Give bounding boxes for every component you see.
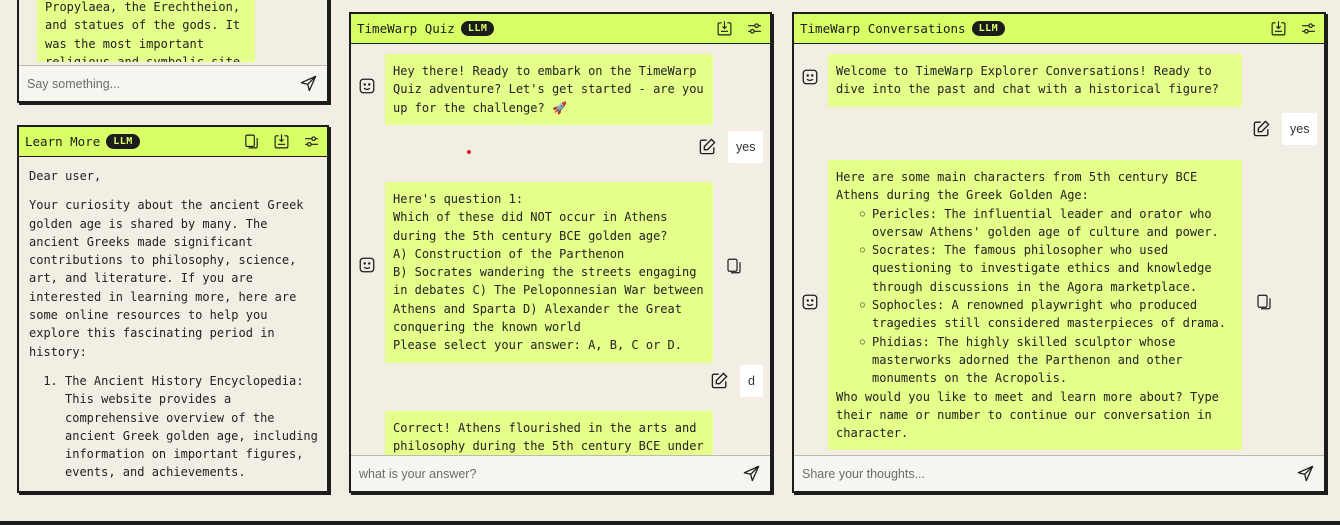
edit-icon[interactable] <box>698 137 718 157</box>
chat-message-user: d <box>710 365 763 397</box>
bot-avatar-icon <box>358 77 376 95</box>
copy-icon[interactable] <box>1255 293 1273 311</box>
answer-input[interactable] <box>359 466 740 481</box>
send-icon[interactable] <box>740 463 762 485</box>
chat-message-bot: Correct! Athens flourished in the arts a… <box>385 411 713 457</box>
settings-sliders-icon[interactable] <box>1298 19 1318 39</box>
chat-message-bot: Here are some main characters from 5th c… <box>828 160 1242 451</box>
export-icon[interactable] <box>1268 19 1288 39</box>
chat-message-bot: Welcome to TimeWarp Explorer Conversatio… <box>828 54 1242 107</box>
settings-sliders-icon[interactable] <box>744 19 764 39</box>
timewarp-conversations-panel: TimeWarp Conversations LLM Welcome to Ti… <box>792 12 1326 493</box>
bot-avatar-icon <box>801 293 819 311</box>
page-bottom-divider <box>0 521 1340 525</box>
list-item: The Ancient History Encyclopedia: This w… <box>65 372 319 482</box>
llm-badge: LLM <box>460 21 495 36</box>
chat-message-bot: Hey there! Ready to embark on the TimeWa… <box>385 54 713 125</box>
greeting: Dear user, <box>29 169 102 183</box>
bot-avatar-icon <box>358 256 376 274</box>
list-item: Socrates: The famous philosopher who use… <box>860 241 1234 296</box>
export-icon[interactable] <box>714 19 734 39</box>
chat-input-bar <box>19 65 327 101</box>
user-message-text: yes <box>1282 113 1318 145</box>
body-text: Your curiosity about the ancient Greek g… <box>29 198 304 359</box>
list-item: Phidias: The highly skilled sculptor who… <box>860 333 1234 388</box>
character-list: Pericles: The influential leader and ora… <box>836 205 1234 388</box>
message-intro: Here are some main characters from 5th c… <box>836 170 1198 203</box>
chat-message-bot: Here's question 1: Which of these did NO… <box>385 182 713 363</box>
bot-avatar-icon <box>801 68 819 86</box>
chat-message-user: yes <box>1252 113 1318 145</box>
llm-badge: LLM <box>106 134 140 149</box>
learn-more-panel: Learn More LLM Dear user, Your curiosity… <box>17 125 329 493</box>
chat-input-bar <box>351 455 770 491</box>
llm-badge: LLM <box>971 21 1006 36</box>
copy-icon[interactable] <box>241 132 261 152</box>
panel-header: TimeWarp Quiz LLM <box>351 14 770 44</box>
timewarp-quiz-panel: TimeWarp Quiz LLM Hey there! Ready to em… <box>349 12 772 493</box>
user-message-text: d <box>740 365 763 397</box>
chat-input-bar <box>794 455 1324 491</box>
thoughts-input[interactable] <box>802 466 1294 481</box>
send-icon[interactable] <box>1294 463 1316 485</box>
export-icon[interactable] <box>271 132 291 152</box>
panel-header: Learn More LLM <box>19 127 327 157</box>
panel-title: Learn More <box>25 134 101 149</box>
user-message-text: yes <box>728 131 764 163</box>
copy-icon[interactable] <box>725 257 743 275</box>
list-item: Pericles: The influential leader and ora… <box>860 205 1234 242</box>
send-icon[interactable] <box>297 73 319 95</box>
resource-list: The Ancient History Encyclopedia: This w… <box>29 372 319 482</box>
panel-title: TimeWarp Quiz <box>357 21 455 36</box>
panel-header: TimeWarp Conversations LLM <box>794 14 1324 44</box>
panel-title: TimeWarp Conversations <box>800 21 966 36</box>
message-input[interactable] <box>27 76 297 91</box>
message-outro: Who would you like to meet and learn mor… <box>836 389 1219 441</box>
cursor-dot <box>467 150 471 154</box>
top-chat-panel: Propylaea, the Erechtheion, and statues … <box>17 0 329 103</box>
chat-message-bot: Propylaea, the Erechtheion, and statues … <box>37 0 255 62</box>
chat-message-user: yes <box>698 131 764 163</box>
learn-more-content: Dear user, Your curiosity about the anci… <box>29 167 319 482</box>
settings-sliders-icon[interactable] <box>301 132 321 152</box>
list-item: Sophocles: A renowned playwright who pro… <box>860 296 1234 333</box>
edit-icon[interactable] <box>710 371 730 391</box>
edit-icon[interactable] <box>1252 119 1272 139</box>
